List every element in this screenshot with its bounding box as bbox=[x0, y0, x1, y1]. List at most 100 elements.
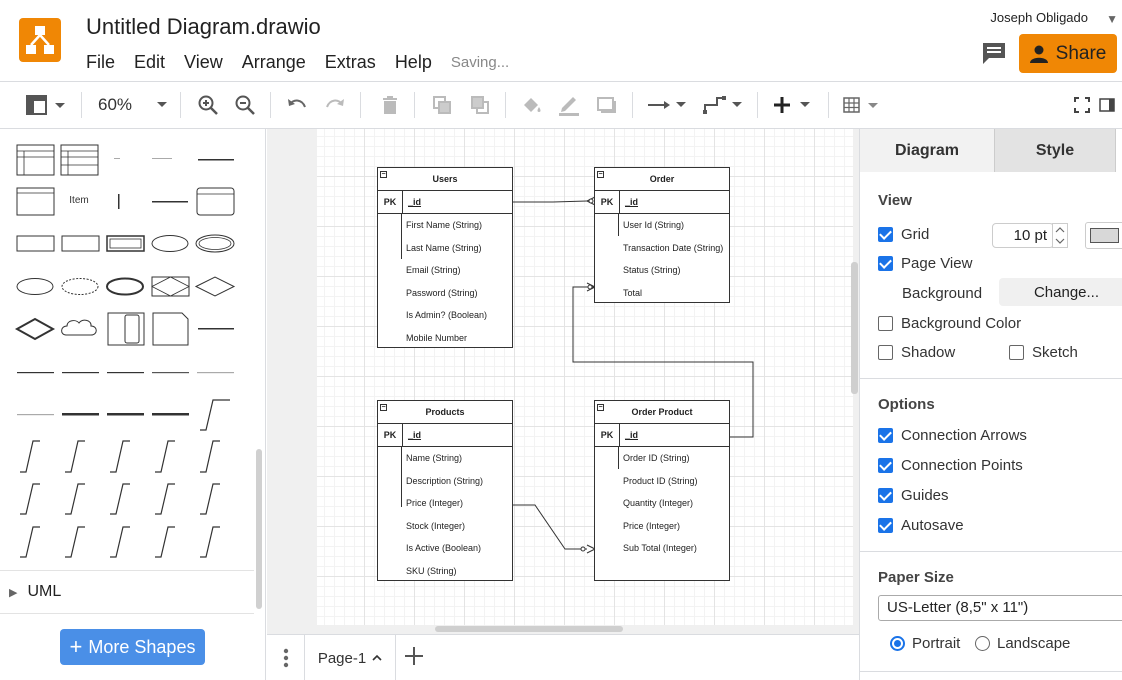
background-color-checkbox[interactable]: Background Color bbox=[878, 315, 1021, 332]
shape-entity-2[interactable] bbox=[61, 235, 100, 252]
format-panel-toggle[interactable] bbox=[24, 92, 70, 118]
field-row[interactable]: User Id (String) bbox=[595, 214, 729, 237]
insert-button[interactable] bbox=[772, 92, 814, 118]
toggle-panel-button[interactable] bbox=[1098, 92, 1116, 118]
field-row[interactable]: SKU (String) bbox=[378, 560, 512, 583]
grid-color-button[interactable] bbox=[1085, 222, 1122, 249]
sketch-checkbox[interactable]: Sketch bbox=[1009, 344, 1078, 361]
shape-table[interactable] bbox=[16, 144, 55, 176]
edge-products-orderproduct[interactable] bbox=[512, 504, 587, 550]
connection-points-checkbox[interactable]: Connection Points bbox=[878, 457, 1023, 474]
pk-row[interactable]: PK _id bbox=[595, 191, 729, 214]
collapse-icon[interactable]: − bbox=[597, 404, 604, 411]
shape-item[interactable]: Item bbox=[69, 195, 88, 206]
user-menu-caret-icon[interactable]: ▼ bbox=[1106, 12, 1118, 26]
shape-attribute[interactable] bbox=[151, 235, 189, 252]
user-name[interactable]: Joseph Obligado bbox=[990, 10, 1088, 25]
pk-row[interactable]: PK _id bbox=[378, 191, 512, 214]
uml-section-header[interactable]: ▶ UML bbox=[0, 570, 254, 614]
paper-size-select[interactable]: US-Letter (8,5" x 11") bbox=[878, 595, 1122, 621]
field-row[interactable]: Is Active (Boolean) bbox=[378, 537, 512, 560]
add-page-button[interactable] bbox=[403, 645, 425, 670]
more-shapes-button[interactable]: + More Shapes bbox=[60, 629, 205, 665]
field-row[interactable]: Quantity (Integer) bbox=[595, 492, 729, 515]
grid-checkbox[interactable]: Grid bbox=[878, 226, 929, 243]
zoom-out-button[interactable] bbox=[233, 92, 257, 118]
menu-file[interactable]: File bbox=[86, 52, 115, 73]
connection-arrows-checkbox[interactable]: Connection Arrows bbox=[878, 427, 1027, 444]
field-row[interactable]: Price (Integer) bbox=[595, 515, 729, 538]
field-row[interactable]: Total bbox=[595, 282, 729, 305]
shape-identifying-relationship[interactable] bbox=[151, 276, 190, 297]
tab-page-1[interactable]: Page-1 bbox=[304, 635, 396, 680]
table-users[interactable]: − Users PK _id First Name (String) Last … bbox=[377, 167, 513, 348]
landscape-radio[interactable]: Landscape bbox=[975, 635, 1070, 652]
share-button[interactable]: Share bbox=[1019, 34, 1117, 73]
table-button[interactable] bbox=[842, 92, 882, 118]
field-row[interactable]: Password (String) bbox=[378, 282, 512, 305]
collapse-icon[interactable]: − bbox=[597, 171, 604, 178]
field-row[interactable]: Status (String) bbox=[595, 259, 729, 282]
shape-relationship[interactable] bbox=[194, 276, 236, 297]
shape-attribute-ellipse[interactable] bbox=[16, 278, 54, 295]
shape-entity[interactable] bbox=[16, 235, 55, 252]
menu-help[interactable]: Help bbox=[395, 52, 432, 73]
shape-table-pk[interactable] bbox=[60, 144, 99, 176]
field-row[interactable]: Mobile Number bbox=[378, 327, 512, 350]
field-row[interactable]: Product ID (String) bbox=[595, 470, 729, 493]
to-back-button[interactable] bbox=[468, 92, 492, 118]
shape-entity-list[interactable] bbox=[16, 187, 55, 216]
guides-checkbox[interactable]: Guides bbox=[878, 487, 949, 504]
sidebar-scrollbar[interactable] bbox=[256, 449, 262, 609]
canvas-horizontal-scrollbar[interactable] bbox=[435, 626, 623, 632]
grid-size-stepper[interactable] bbox=[1052, 223, 1068, 248]
tab-style[interactable]: Style bbox=[994, 129, 1116, 172]
undo-button[interactable] bbox=[285, 92, 309, 118]
zoom-select[interactable]: 60% bbox=[98, 92, 168, 118]
shape-cloud[interactable] bbox=[61, 319, 97, 336]
field-row[interactable]: Order ID (String) bbox=[595, 447, 729, 470]
shape-derived-attribute[interactable] bbox=[61, 278, 99, 295]
autosave-checkbox[interactable]: Autosave bbox=[878, 517, 964, 534]
field-row[interactable]: First Name (String) bbox=[378, 214, 512, 237]
shape-multi-attribute[interactable] bbox=[195, 234, 235, 253]
menu-edit[interactable]: Edit bbox=[134, 52, 165, 73]
delete-button[interactable] bbox=[378, 92, 402, 118]
document-title[interactable]: Untitled Diagram.drawio bbox=[86, 14, 321, 40]
edge-users-order[interactable] bbox=[512, 200, 588, 203]
zoom-in-button[interactable] bbox=[196, 92, 220, 118]
comments-icon[interactable] bbox=[980, 40, 1008, 66]
line-color-button[interactable] bbox=[556, 92, 582, 118]
field-row[interactable]: Email (String) bbox=[378, 259, 512, 282]
connection-style-button[interactable] bbox=[646, 92, 690, 118]
tab-diagram[interactable]: Diagram bbox=[860, 129, 994, 172]
shape-line[interactable] bbox=[152, 201, 188, 203]
shape-connectors[interactable] bbox=[20, 440, 220, 558]
shape-text-small[interactable] bbox=[114, 158, 120, 159]
menu-arrange[interactable]: Arrange bbox=[242, 52, 306, 73]
shape-item-bar[interactable] bbox=[118, 194, 120, 209]
shape-double-relationship[interactable] bbox=[14, 317, 56, 341]
fullscreen-button[interactable] bbox=[1072, 92, 1092, 118]
shadow-checkbox[interactable]: Shadow bbox=[878, 344, 955, 361]
field-row[interactable]: Stock (Integer) bbox=[378, 515, 512, 538]
diagram-page[interactable]: − Users PK _id First Name (String) Last … bbox=[317, 129, 853, 625]
field-row[interactable]: Last Name (String) bbox=[378, 237, 512, 260]
grid-size-input[interactable]: 10 pt bbox=[992, 223, 1054, 248]
field-row[interactable]: Transaction Date (String) bbox=[595, 237, 729, 260]
field-row[interactable]: Description (String) bbox=[378, 470, 512, 493]
to-front-button[interactable] bbox=[430, 92, 454, 118]
fill-color-button[interactable] bbox=[520, 92, 544, 118]
field-row[interactable]: Is Admin? (Boolean) bbox=[378, 304, 512, 327]
field-row[interactable]: Sub Total (Integer) bbox=[595, 537, 729, 560]
shape-relation-lines[interactable] bbox=[17, 399, 230, 431]
page-view-checkbox[interactable]: Page View bbox=[878, 255, 972, 272]
shape-rounded-table[interactable] bbox=[196, 187, 235, 216]
table-products[interactable]: − Products PK _id Name (String) Descript… bbox=[377, 400, 513, 581]
field-row[interactable]: Name (String) bbox=[378, 447, 512, 470]
field-row[interactable]: Price (Integer) bbox=[378, 492, 512, 515]
collapse-icon[interactable]: − bbox=[380, 404, 387, 411]
redo-button[interactable] bbox=[323, 92, 347, 118]
table-order[interactable]: − Order PK _id User Id (String) Transact… bbox=[594, 167, 730, 303]
change-background-button[interactable]: Change... bbox=[999, 278, 1122, 306]
